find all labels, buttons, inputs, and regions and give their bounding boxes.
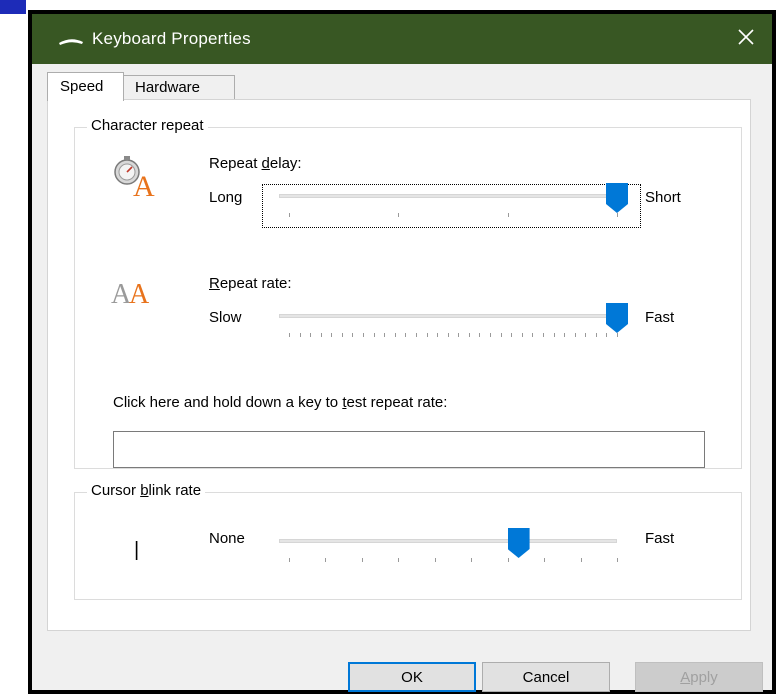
svg-text:A: A [133, 170, 155, 200]
repeat-rate-min-label: Slow [209, 309, 242, 326]
slider-tick [553, 333, 555, 337]
close-button[interactable] [728, 22, 764, 56]
slider-tick [574, 333, 576, 337]
slider-tick [479, 333, 481, 337]
title-bar: Keyboard Properties [32, 14, 772, 64]
slider-tick [458, 333, 460, 337]
speed-tab-panel: Character repeat A Repeat delay: Long Sh… [47, 99, 751, 631]
slider-tick [299, 333, 301, 337]
slider-tick [394, 333, 396, 337]
slider-tick [511, 333, 513, 337]
slider-tick [289, 333, 290, 337]
repeat-rate-label: Repeat rate: [209, 275, 292, 292]
slider-tick [508, 213, 509, 217]
slider-tick [490, 333, 492, 337]
keyboard-properties-window: Keyboard Properties Speed Hardware Chara… [28, 10, 776, 694]
slider-tick [310, 333, 312, 337]
slider-tick [363, 333, 365, 337]
repeat-test-input[interactable] [113, 431, 705, 468]
cursor-blink-slider-thumb[interactable] [507, 528, 530, 558]
slider-tick [331, 333, 333, 337]
cursor-blink-rate-legend: Cursor blink rate [87, 482, 206, 499]
tab-hardware-label: Hardware [135, 79, 201, 96]
repeat-delay-min-label: Long [209, 189, 243, 206]
repeat-delay-slider[interactable] [279, 183, 628, 223]
slider-tick [341, 333, 343, 337]
cursor-blink-rate-slider[interactable] [279, 528, 618, 568]
stopwatch-letter-a-icon: A [111, 152, 165, 205]
cursor-blink-max-label: Fast [645, 530, 675, 547]
character-repeat-legend: Character repeat [87, 117, 208, 134]
slider-tick [426, 333, 428, 337]
slider-tick [617, 213, 618, 217]
slider-tick [595, 333, 597, 337]
slider-tick [289, 213, 290, 217]
slider-tick [617, 558, 618, 562]
slider-track [279, 539, 617, 543]
slider-tick [585, 333, 587, 337]
ok-button[interactable]: OK [348, 662, 476, 692]
repeat-rate-slider-thumb[interactable] [606, 303, 628, 333]
slider-tick [415, 333, 417, 337]
slider-tick [373, 333, 375, 337]
slider-tick [361, 558, 363, 562]
slider-track [279, 194, 617, 198]
double-letter-a-icon: A A [111, 271, 165, 316]
slider-tick [384, 333, 386, 337]
slider-tick [500, 333, 502, 337]
slider-tick [564, 333, 566, 337]
slider-tick [325, 558, 327, 562]
cursor-blink-min-label: None [209, 530, 245, 547]
slider-tick [398, 213, 399, 217]
apply-button[interactable]: Apply [635, 662, 763, 692]
keyboard-icon [58, 34, 84, 52]
slider-tick [532, 333, 534, 337]
slider-tick [542, 333, 544, 337]
slider-tick [617, 333, 618, 337]
repeat-delay-label: Repeat delay: [209, 155, 302, 172]
slider-tick [289, 558, 290, 562]
cancel-button[interactable]: Cancel [482, 662, 610, 692]
slider-tick [471, 558, 473, 562]
slider-tick [468, 333, 470, 337]
repeat-rate-slider[interactable] [279, 303, 628, 343]
tab-speed-label: Speed [60, 78, 104, 95]
slider-track [279, 314, 617, 318]
slider-tick [544, 558, 546, 562]
slider-tick [398, 558, 400, 562]
cursor-blink-rate-group: Cursor blink rate | None Fast [74, 482, 742, 600]
slider-tick [437, 333, 439, 337]
slider-tick [580, 558, 582, 562]
tab-speed[interactable]: Speed [47, 72, 124, 101]
slider-tick [434, 558, 436, 562]
cursor-preview-icon: | [134, 539, 140, 561]
character-repeat-group: Character repeat A Repeat delay: Long Sh… [74, 117, 742, 469]
slider-tick [320, 333, 322, 337]
repeat-test-label: Click here and hold down a key to test r… [113, 394, 448, 411]
slider-tick [447, 333, 449, 337]
backdrop-bar [0, 0, 26, 14]
slider-tick [606, 333, 608, 337]
slider-tick [521, 333, 523, 337]
repeat-delay-max-label: Short [645, 189, 681, 206]
tab-hardware[interactable]: Hardware [122, 75, 235, 100]
window-title: Keyboard Properties [92, 29, 251, 48]
dialog-body: Speed Hardware Character repeat A Repeat… [32, 64, 772, 692]
close-icon [738, 28, 754, 50]
slider-tick [405, 333, 407, 337]
svg-text:A: A [129, 279, 150, 310]
slider-tick [507, 558, 509, 562]
slider-tick [352, 333, 354, 337]
repeat-rate-max-label: Fast [645, 309, 675, 326]
